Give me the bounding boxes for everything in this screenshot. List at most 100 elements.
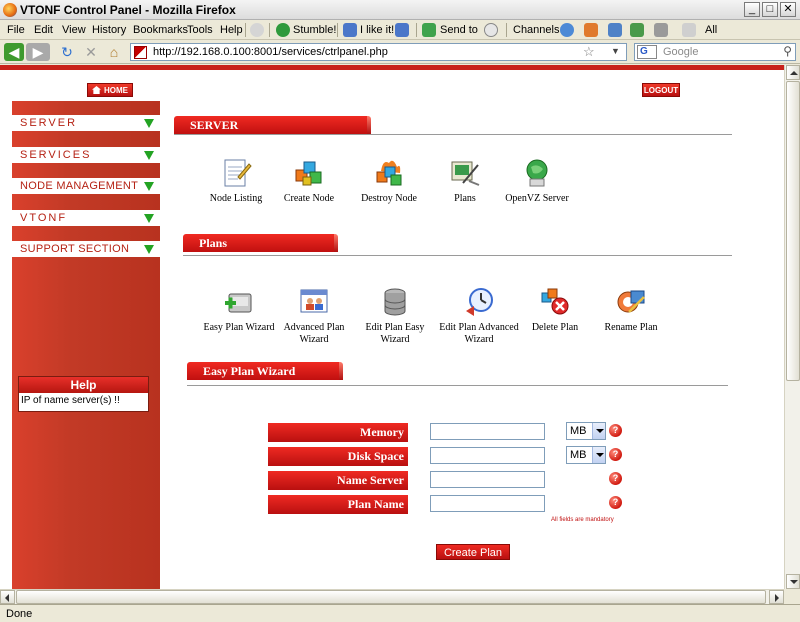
menu-edit[interactable]: Edit [34,24,53,36]
tag-icon[interactable] [682,23,696,37]
icon-label[interactable]: Node Listing [195,193,277,205]
scroll-thumb[interactable] [786,81,800,381]
disk-space-unit-select[interactable]: MB [566,446,606,464]
chevron-down-icon[interactable] [592,447,605,463]
fire-cubes-icon[interactable] [373,157,405,189]
search-box[interactable]: G Google ⚲ [634,43,796,61]
expand-arrow-icon[interactable] [144,214,154,223]
menu-file[interactable]: File [7,24,25,36]
expand-arrow-icon[interactable] [144,119,154,128]
chat-icon[interactable] [654,23,668,37]
edit-plan-advanced-wizard-link[interactable]: Edit Plan Advanced Wizard [438,286,520,346]
cubes-icon[interactable] [293,157,325,189]
memory-unit-select[interactable]: MB [566,422,606,440]
url-bar[interactable]: http://192.168.0.100:8001/services/ctrlp… [130,43,627,61]
easy-plan-wizard-link[interactable]: Easy Plan Wizard [198,286,280,334]
minimize-button[interactable]: _ [744,2,760,17]
help-icon[interactable]: ? [609,424,622,437]
advanced-plan-wizard-link[interactable]: Advanced Plan Wizard [273,286,355,346]
delete-icon[interactable] [539,286,571,318]
notepad-icon[interactable] [220,157,252,189]
clock-icon[interactable] [463,286,495,318]
icon-label[interactable]: OpenVZ Server [496,193,578,205]
drive-add-icon[interactable] [223,286,255,318]
search-icon[interactable]: ⚲ [783,44,792,58]
forward-button[interactable]: ▶ [26,43,50,61]
create-plan-button[interactable]: Create Plan [436,544,510,560]
rename-plan-link[interactable]: Rename Plan [590,286,672,334]
hscroll-thumb[interactable] [16,590,766,604]
help-icon[interactable]: ? [609,496,622,509]
icon-label[interactable]: Advanced Plan Wizard [273,322,355,346]
users-window-icon[interactable] [298,286,330,318]
i-like-it-button[interactable]: I like it! [360,24,394,36]
sidebar-item-node-management[interactable]: NODE MANAGEMENT [12,178,160,194]
plan-name-input[interactable] [430,495,545,512]
icon-label[interactable]: Create Node [268,193,350,205]
send-to-icon[interactable] [422,23,436,37]
sidebar-item-services[interactable]: SERVICES [12,147,160,163]
logout-button[interactable]: LOGOUT [642,83,680,97]
help-icon[interactable]: ? [609,448,622,461]
scroll-up-button[interactable] [786,65,800,80]
icon-label[interactable]: Edit Plan Advanced Wizard [438,322,520,346]
menu-view[interactable]: View [62,24,86,36]
globe-icon[interactable] [560,23,574,37]
video-icon[interactable] [608,23,622,37]
search-engine-icon[interactable]: G [637,45,657,59]
url-dropdown-icon[interactable]: ▼ [611,46,620,56]
rename-icon[interactable] [615,286,647,318]
tv-icon[interactable] [630,23,644,37]
search-input[interactable]: Google [663,46,698,58]
globe-server-icon[interactable] [521,157,553,189]
thumbs-up-icon[interactable] [343,23,357,37]
home-button[interactable]: HOME [87,83,133,97]
gear-icon[interactable] [250,23,264,37]
scroll-left-button[interactable] [0,590,15,604]
menu-help[interactable]: Help [220,24,243,36]
icon-label[interactable]: Rename Plan [590,322,672,334]
menu-bookmarks[interactable]: Bookmarks [133,24,188,36]
reload-button[interactable]: ↻ [58,43,76,61]
edit-plan-easy-wizard-link[interactable]: Edit Plan Easy Wizard [354,286,436,346]
memory-input[interactable] [430,423,545,440]
disk-space-input[interactable] [430,447,545,464]
sidebar-item-support-section[interactable]: SUPPORT SECTION [12,241,160,257]
database-icon[interactable] [379,286,411,318]
openvz-server-link[interactable]: OpenVZ Server [496,157,578,205]
all-channels-button[interactable]: All [705,24,717,36]
people-icon[interactable] [584,23,598,37]
delete-plan-link[interactable]: Delete Plan [514,286,596,334]
destroy-node-link[interactable]: Destroy Node [348,157,430,205]
stumbleupon-icon[interactable] [276,23,290,37]
expand-arrow-icon[interactable] [144,182,154,191]
sidebar-item-server[interactable]: SERVER [12,115,160,131]
send-to-button[interactable]: Send to [440,24,478,36]
menu-history[interactable]: History [92,24,126,36]
plans-link[interactable]: Plans [424,157,506,205]
name-server-input[interactable] [430,471,545,488]
home-icon[interactable]: ⌂ [105,43,123,61]
node-listing-link[interactable]: Node Listing [195,157,277,205]
stumble-button[interactable]: Stumble! [293,24,336,36]
scroll-down-button[interactable] [786,574,800,589]
thumbs-down-icon[interactable] [395,23,409,37]
vertical-scrollbar[interactable] [784,65,800,589]
sidebar-item-vtonf[interactable]: VTONF [12,210,160,226]
icon-label[interactable]: Easy Plan Wizard [198,322,280,334]
help-icon[interactable]: ? [609,472,622,485]
icon-label[interactable]: Destroy Node [348,193,430,205]
expand-arrow-icon[interactable] [144,151,154,160]
horizontal-scrollbar[interactable] [0,589,784,604]
icon-label[interactable]: Edit Plan Easy Wizard [354,322,436,346]
close-window-button[interactable]: ✕ [780,2,796,17]
bookmark-star-icon[interactable]: ☆ [583,44,595,60]
stop-button[interactable]: ✕ [82,43,100,61]
scroll-right-button[interactable] [769,590,784,604]
create-node-link[interactable]: Create Node [268,157,350,205]
icon-label[interactable]: Delete Plan [514,322,596,334]
icon-label[interactable]: Plans [424,193,506,205]
maximize-button[interactable]: □ [762,2,778,17]
plans-icon[interactable] [449,157,481,189]
menu-tools[interactable]: Tools [187,24,213,36]
